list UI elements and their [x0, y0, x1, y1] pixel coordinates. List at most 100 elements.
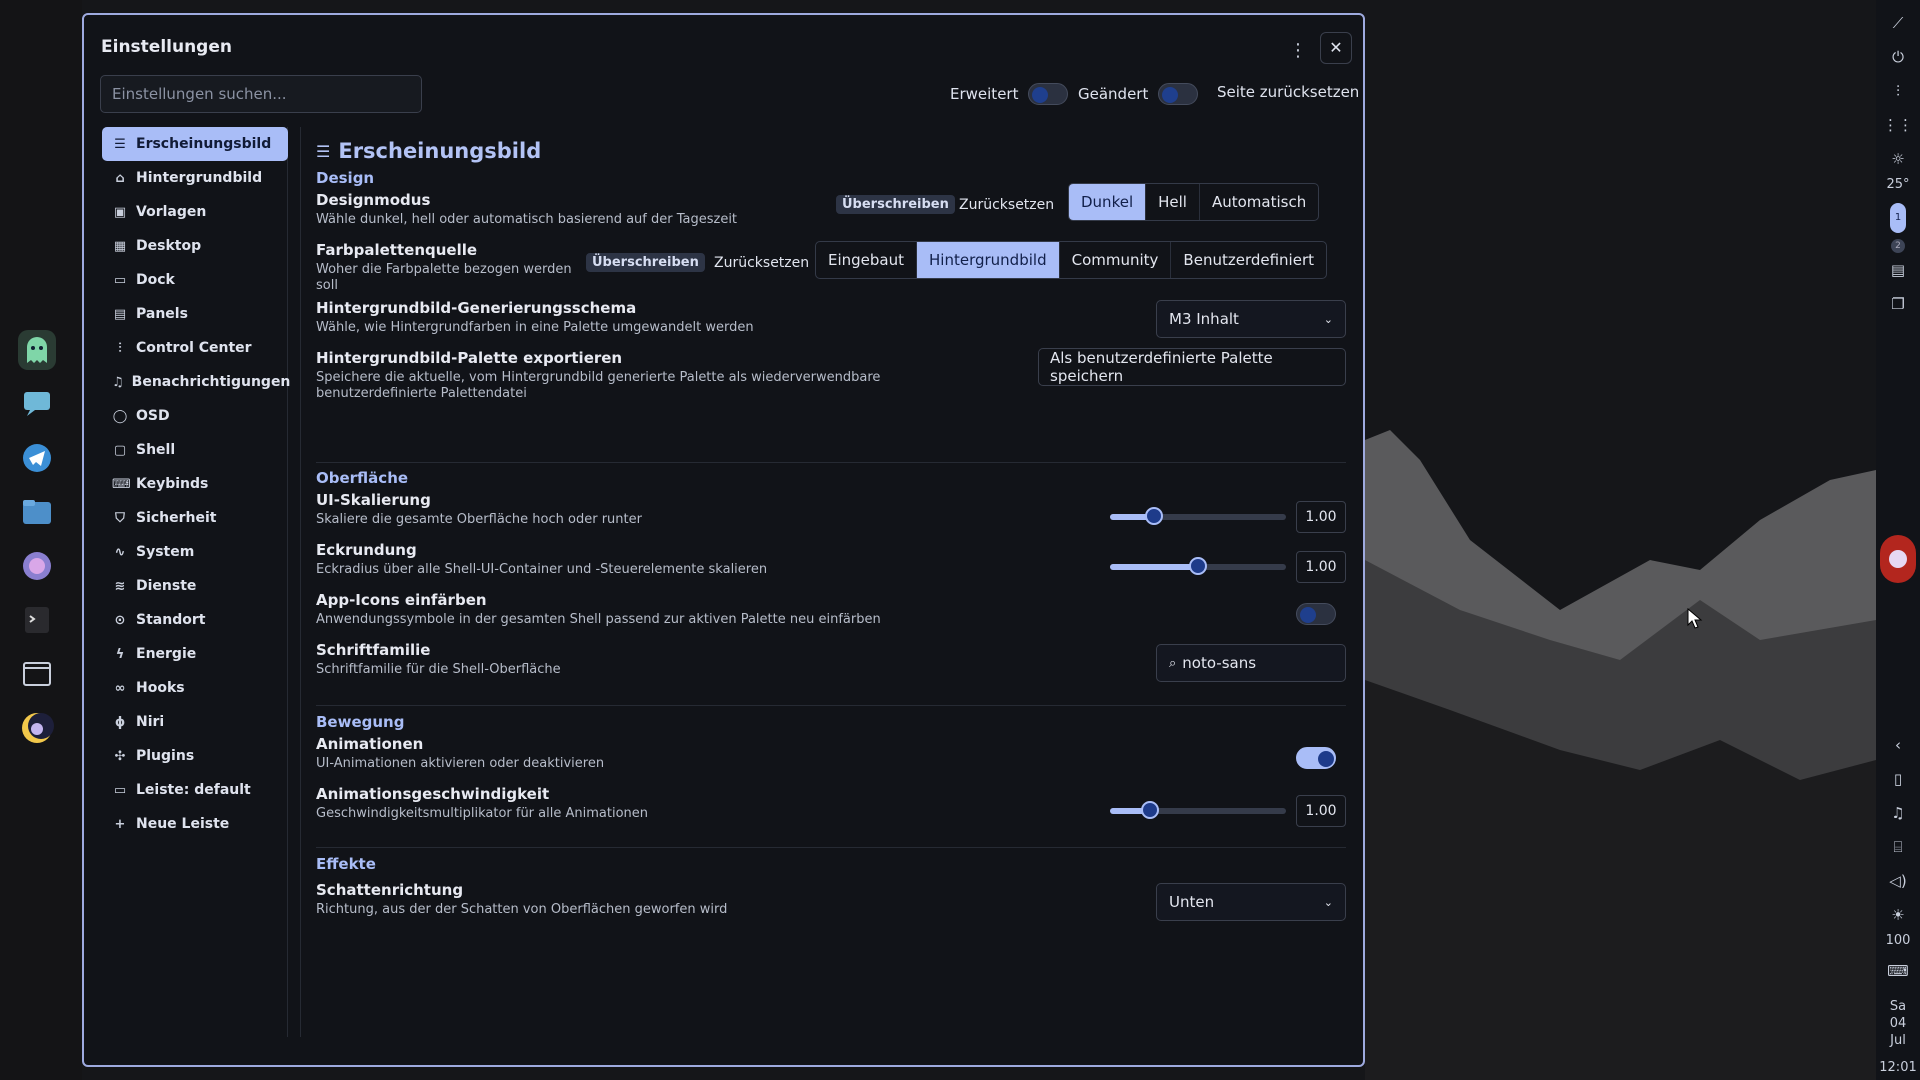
sidebar-item-label: Keybinds	[136, 476, 209, 492]
option-eingebaut[interactable]: Eingebaut	[816, 242, 918, 278]
changed-toggle[interactable]	[1158, 83, 1199, 105]
scheme-dropdown[interactable]: M3 Inhalt ⌄	[1156, 300, 1346, 338]
sidebar-item-neue-leiste[interactable]: + Neue Leiste	[102, 807, 287, 841]
app-grid-icon[interactable]: ⋮⋮	[1883, 113, 1913, 137]
slider-handle[interactable]	[1189, 557, 1207, 575]
window-app-icon[interactable]	[18, 654, 56, 694]
workspace-switcher[interactable]: 1 2	[1890, 203, 1906, 253]
theme-mode-selector: Dunkel Hell Automatisch	[1068, 183, 1320, 221]
activity-icon: ∿	[114, 544, 126, 560]
slider-fill	[1110, 564, 1198, 570]
export-label: Hintergrundbild-Palette exportieren	[316, 349, 623, 367]
override-badge[interactable]: Überschreiben	[836, 195, 955, 214]
toggle-knob	[1300, 607, 1316, 623]
sidebar-item-panels[interactable]: ▤ Panels	[102, 297, 287, 331]
settings-window: Einstellungen ⋮ ✕ Einstellungen suchen..…	[82, 13, 1365, 1067]
toggle-knob	[1162, 87, 1179, 103]
sidebar-item-standort[interactable]: ⊙ Standort	[102, 603, 287, 637]
telegram-app-icon[interactable]	[18, 438, 56, 478]
sidebar-item-system[interactable]: ∿ System	[102, 535, 287, 569]
owl-app-icon[interactable]	[18, 708, 56, 748]
sidebar-item-control-center[interactable]: ⫶ Control Center	[102, 331, 287, 365]
reset-button[interactable]: Zurücksetzen	[959, 197, 1054, 213]
ghost-app-icon[interactable]	[18, 330, 56, 370]
more-options-icon[interactable]: ⋮	[1284, 38, 1312, 66]
sidebar-item-vorlagen[interactable]: ▣ Vorlagen	[102, 195, 287, 229]
sidebar-item-benachrichtigungen[interactable]: ♫ Benachrichtigungen	[102, 365, 290, 399]
option-benutzerdefiniert[interactable]: Benutzerdefiniert	[1171, 242, 1326, 278]
section-motion: Bewegung	[316, 713, 405, 731]
power-icon[interactable]: ⏻	[1884, 45, 1912, 69]
chat-bubble-icon: ◯	[112, 408, 128, 424]
clipboard-stack-icon[interactable]: ❐	[1884, 292, 1912, 316]
sidebar-item-desktop[interactable]: ▦ Desktop	[102, 229, 287, 263]
temperature-text: 25°	[1886, 177, 1910, 192]
close-button[interactable]: ✕	[1320, 32, 1352, 64]
corner-slider[interactable]	[1110, 557, 1286, 575]
advanced-toggle[interactable]	[1028, 83, 1069, 105]
workspace-1[interactable]: 1	[1890, 203, 1906, 233]
layers-icon: ≋	[114, 578, 126, 594]
sidebar-item-keybinds[interactable]: ⌨ Keybinds	[102, 467, 287, 501]
sidebar-item-dock[interactable]: ▭ Dock	[102, 263, 287, 297]
recording-indicator[interactable]	[1880, 535, 1916, 583]
recolor-toggle[interactable]	[1296, 603, 1336, 625]
save-palette-button[interactable]: Als benutzerdefinierte Palette speichern	[1038, 348, 1346, 386]
option-hell[interactable]: Hell	[1146, 184, 1200, 220]
anim-speed-slider[interactable]	[1110, 801, 1286, 819]
sidebar-item-niri[interactable]: ɸ Niri	[102, 705, 287, 739]
font-search-input[interactable]: ⌕ noto-sans	[1156, 644, 1346, 682]
sidebar-item-label: Hooks	[136, 680, 185, 696]
option-automatisch[interactable]: Automatisch	[1200, 184, 1318, 220]
ethernet-icon[interactable]: ⌸	[1884, 835, 1912, 859]
option-hintergrundbild[interactable]: Hintergrundbild	[917, 242, 1060, 278]
keyboard-layout-icon[interactable]: ⌨	[1884, 959, 1912, 983]
clipboard-icon[interactable]: ▯	[1884, 767, 1912, 791]
workspace-2[interactable]: 2	[1891, 239, 1905, 253]
advanced-label: Erweitert	[950, 85, 1019, 103]
sidebar-item-hooks[interactable]: ∞ Hooks	[102, 671, 287, 705]
sliders-icon[interactable]: ⫶	[1884, 79, 1912, 103]
ui-scale-slider[interactable]	[1110, 507, 1286, 525]
clock: 12:01	[1879, 1060, 1917, 1075]
sidebar-item-osd[interactable]: ◯ OSD	[102, 399, 287, 433]
arch-logo-icon[interactable]: ⟋	[1884, 11, 1912, 35]
animations-row: Animationen UI-Animationen aktivieren od…	[316, 735, 1346, 772]
sidebar-item-dienste[interactable]: ≋ Dienste	[102, 569, 287, 603]
animations-toggle[interactable]	[1296, 747, 1336, 769]
option-dunkel[interactable]: Dunkel	[1069, 184, 1147, 220]
browser-app-icon[interactable]	[18, 546, 56, 586]
sidebar-item-label: Standort	[136, 612, 206, 628]
sidebar-item-sicherheit[interactable]: ⛉ Sicherheit	[102, 501, 287, 535]
reset-page-button[interactable]: Seite zurücksetzen	[1217, 83, 1359, 101]
settings-search-input[interactable]: Einstellungen suchen...	[100, 75, 422, 113]
panels-icon: ▤	[113, 306, 127, 322]
slider-handle[interactable]	[1145, 507, 1163, 525]
system-panel: ⟋ ⏻ ⫶ ⋮⋮ ☼ 25° 1 2 ▤ ❐ ‹ ▯ ♫ ⌸ ◁) ☀ 100 …	[1876, 0, 1920, 1080]
sidebar-item-shell[interactable]: ▢ Shell	[102, 433, 287, 467]
sidebar-item-plugins[interactable]: ✣ Plugins	[102, 739, 287, 773]
anim-speed-value[interactable]: 1.00	[1296, 795, 1346, 827]
corner-value[interactable]: 1.00	[1296, 551, 1346, 583]
sidebar-item-energie[interactable]: ϟ Energie	[102, 637, 287, 671]
notification-bell-icon[interactable]: ♫	[1884, 801, 1912, 825]
chat-app-icon[interactable]	[18, 384, 56, 424]
sidebar-item-hintergrundbild[interactable]: ⌂ Hintergrundbild	[102, 161, 287, 195]
sidebar-item-erscheinungsbild[interactable]: ☰ Erscheinungsbild	[102, 127, 288, 161]
sidebar-item-leiste-default[interactable]: ▭ Leiste: default	[102, 773, 287, 807]
override-badge[interactable]: Überschreiben	[586, 253, 705, 272]
chevron-down-icon: ⌄	[1323, 895, 1333, 909]
ui-scale-value[interactable]: 1.00	[1296, 501, 1346, 533]
shadow-value: Unten	[1169, 893, 1215, 911]
date-month: Jul	[1890, 1033, 1906, 1048]
calendar-widget-icon[interactable]: ▤	[1884, 258, 1912, 282]
chevron-left-icon[interactable]: ‹	[1884, 733, 1912, 757]
option-community[interactable]: Community	[1060, 242, 1172, 278]
shadow-dropdown[interactable]: Unten ⌄	[1156, 883, 1346, 921]
sidebar-item-label: OSD	[136, 408, 170, 424]
files-app-icon[interactable]	[18, 492, 56, 532]
terminal-app-icon[interactable]	[18, 600, 56, 640]
volume-icon[interactable]: ◁)	[1884, 869, 1912, 893]
reset-button[interactable]: Zurücksetzen	[714, 255, 809, 271]
puzzle-icon: ✣	[114, 748, 126, 764]
